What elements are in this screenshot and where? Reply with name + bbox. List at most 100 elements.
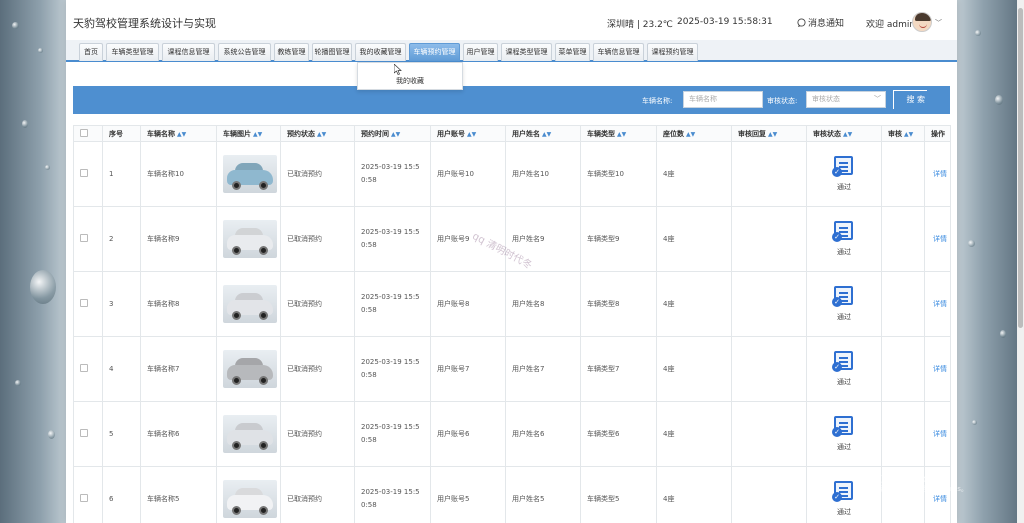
detail-link[interactable]: 详情 (924, 141, 951, 207)
row-seats: 4座 (656, 271, 732, 337)
row-audit-status[interactable]: ✓ 通过 (806, 466, 882, 523)
message-notification[interactable]: 消息通知 (797, 16, 844, 29)
chat-bubble-icon (797, 18, 806, 27)
row-checkbox[interactable] (73, 271, 103, 337)
tab-announcement[interactable]: 系统公告管理 (218, 43, 271, 61)
table-row[interactable]: 1 车辆名称10 已取消预约 2025-03-19 15:50:58 用户账号10 用户姓… (73, 141, 951, 207)
detail-link[interactable]: 详情 (924, 336, 951, 402)
detail-link[interactable]: 详情 (924, 271, 951, 337)
col-user-name[interactable]: 用户姓名 ▲▼ (505, 125, 581, 142)
table-row[interactable]: 6 车辆名称5 已取消预约 2025-03-19 15:50:58 用户账号5 用户姓名5… (73, 466, 951, 523)
audit-status-text: 通过 (837, 508, 851, 516)
tab-vehicle-type[interactable]: 车辆类型管理 (106, 43, 159, 61)
row-booking-time: 2025-03-19 15:50:58 (354, 466, 431, 523)
row-vehicle-type: 车辆类型10 (580, 141, 657, 207)
select-all-checkbox[interactable] (73, 125, 103, 142)
row-audit-status[interactable]: ✓ 通过 (806, 336, 882, 402)
row-vehicle-image[interactable] (216, 401, 281, 467)
row-audit-status[interactable]: ✓ 通过 (806, 141, 882, 207)
row-audit-reply (731, 466, 807, 523)
row-booking-status: 已取消预约 (280, 141, 355, 207)
row-booking-status: 已取消预约 (280, 336, 355, 402)
row-index: 5 (102, 401, 141, 467)
audit-status-select[interactable]: 审核状态 ﹀ (806, 91, 886, 108)
tab-vehicle-info[interactable]: 车辆信息管理 (593, 43, 644, 61)
table-row[interactable]: 5 车辆名称6 已取消预约 2025-03-19 15:50:58 用户账号6 用户姓名6… (73, 401, 951, 467)
row-vehicle-image[interactable] (216, 206, 281, 272)
row-vehicle-image[interactable] (216, 466, 281, 523)
row-audit (881, 141, 925, 207)
audit-status-text: 通过 (837, 378, 851, 386)
row-seats: 4座 (656, 466, 732, 523)
col-audit: 审核 ▲▼ (881, 125, 925, 142)
row-vehicle-image[interactable] (216, 141, 281, 207)
audit-status-text: 通过 (837, 183, 851, 191)
vehicle-name-label: 车辆名称: (642, 97, 673, 105)
tab-coach[interactable]: 教练管理 (274, 43, 309, 61)
audit-status-label: 审核状态: (767, 97, 798, 105)
scrollbar-thumb[interactable] (1018, 8, 1023, 328)
sort-icon: ▲▼ (617, 130, 627, 138)
row-vehicle-image[interactable] (216, 271, 281, 337)
col-vehicle-type[interactable]: 车辆类型 ▲▼ (580, 125, 657, 142)
tab-users[interactable]: 用户管理 (463, 43, 498, 61)
row-vehicle-image[interactable] (216, 336, 281, 402)
row-audit-status[interactable]: ✓ 通过 (806, 401, 882, 467)
table-row[interactable]: 3 车辆名称8 已取消预约 2025-03-19 15:50:58 用户账号8 用户姓名8… (73, 271, 951, 337)
tab-home[interactable]: 首页 (79, 43, 103, 61)
vehicle-name-input[interactable]: 车辆名称 (683, 91, 763, 108)
row-checkbox[interactable] (73, 141, 103, 207)
row-checkbox[interactable] (73, 401, 103, 467)
row-checkbox[interactable] (73, 466, 103, 523)
raindrop (22, 120, 28, 128)
row-user-account: 用户账号10 (430, 141, 506, 207)
tab-course-info[interactable]: 课程信息管理 (162, 43, 215, 61)
detail-link[interactable]: 详情 (924, 206, 951, 272)
sort-icon: ▲▼ (253, 130, 263, 138)
search-button[interactable]: 搜 索 (893, 90, 927, 109)
table-row[interactable]: 4 车辆名称7 已取消预约 2025-03-19 15:50:58 用户账号7 用户姓名7… (73, 336, 951, 402)
page-scrollbar[interactable] (1017, 0, 1024, 523)
vehicle-photo (223, 155, 277, 193)
row-audit (881, 401, 925, 467)
row-user-account: 用户账号6 (430, 401, 506, 467)
col-audit-status[interactable]: 审核状态 ▲▼ (806, 125, 882, 142)
tab-carousel[interactable]: 轮播图管理 (312, 43, 352, 61)
col-vehicle-image[interactable]: 车辆图片 ▲▼ (216, 125, 281, 142)
row-audit-status[interactable]: ✓ 通过 (806, 206, 882, 272)
row-checkbox[interactable] (73, 206, 103, 272)
favorites-dropdown: 我的收藏 (357, 62, 463, 90)
audit-approved-icon: ✓ (832, 481, 856, 503)
col-booking-status[interactable]: 预约状态 ▲▼ (280, 125, 355, 142)
col-audit-reply[interactable]: 审核回复 ▲▼ (731, 125, 807, 142)
tab-menu[interactable]: 菜单管理 (555, 43, 590, 61)
col-index[interactable]: 序号 (102, 125, 141, 142)
row-checkbox[interactable] (73, 336, 103, 402)
tab-course-type[interactable]: 课程类型管理 (501, 43, 552, 61)
row-vehicle-name: 车辆名称6 (140, 401, 217, 467)
chevron-down-icon[interactable]: ﹀ (935, 18, 942, 28)
col-user-account[interactable]: 用户账号 ▲▼ (430, 125, 506, 142)
activate-windows-title: 激活 Windows (872, 474, 940, 485)
avatar[interactable] (912, 12, 932, 32)
row-audit-reply (731, 141, 807, 207)
row-user-account: 用户账号8 (430, 271, 506, 337)
tab-course-booking[interactable]: 课程预约管理 (647, 43, 698, 61)
tab-vehicle-booking[interactable]: 车辆预约管理 (409, 43, 460, 61)
activate-windows-subtitle: 转到"设置"以激活 Windows。 (872, 485, 968, 493)
col-vehicle-name[interactable]: 车辆名称 ▲▼ (140, 125, 217, 142)
sort-icon: ▲▼ (467, 130, 477, 138)
detail-link[interactable]: 详情 (924, 401, 951, 467)
sort-icon: ▲▼ (843, 130, 853, 138)
tab-favorites[interactable]: 我的收藏管理 (355, 43, 406, 61)
row-booking-status: 已取消预约 (280, 466, 355, 523)
vehicle-photo (223, 285, 277, 323)
col-seats[interactable]: 座位数 ▲▼ (656, 125, 732, 142)
raindrop (48, 430, 55, 439)
col-booking-time[interactable]: 预约时间 ▲▼ (354, 125, 431, 142)
weather-text: 深圳晴 | 23.2℃ (607, 20, 673, 30)
row-vehicle-name: 车辆名称9 (140, 206, 217, 272)
audit-approved-icon: ✓ (832, 416, 856, 438)
dropdown-item-my-favorites[interactable]: 我的收藏 (358, 76, 462, 86)
row-audit-status[interactable]: ✓ 通过 (806, 271, 882, 337)
